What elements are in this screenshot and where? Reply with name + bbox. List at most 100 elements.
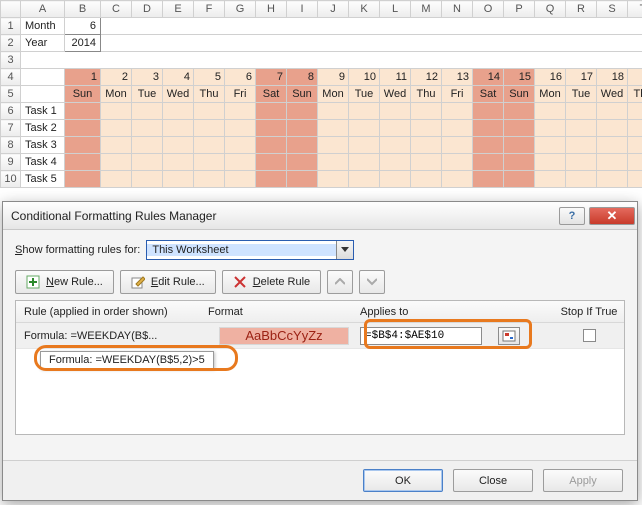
task-cell[interactable] — [349, 171, 380, 188]
task-cell[interactable] — [256, 103, 287, 120]
date-cell[interactable]: 19 — [628, 69, 642, 86]
date-cell[interactable]: 16 — [535, 69, 566, 86]
weekday-cell[interactable]: Mon — [318, 86, 349, 103]
col-K[interactable]: K — [349, 1, 380, 18]
task-cell[interactable] — [101, 120, 132, 137]
task-cell[interactable] — [380, 171, 411, 188]
range-picker-button[interactable] — [498, 327, 520, 345]
task-cell[interactable] — [287, 103, 318, 120]
new-rule-button[interactable]: New Rule... — [15, 270, 114, 294]
dialog-titlebar[interactable]: Conditional Formatting Rules Manager ? ✕ — [3, 202, 637, 230]
weekday-cell[interactable]: Thu — [628, 86, 642, 103]
edit-rule-button[interactable]: Edit Rule... — [120, 270, 216, 294]
cell-task[interactable]: Task 5 — [21, 171, 65, 188]
row-8-head[interactable]: 8 — [1, 137, 21, 154]
weekday-cell[interactable]: Thu — [194, 86, 225, 103]
date-cell[interactable]: 9 — [318, 69, 349, 86]
date-cell[interactable]: 17 — [566, 69, 597, 86]
task-cell[interactable] — [65, 120, 101, 137]
col-H[interactable]: H — [256, 1, 287, 18]
col-J[interactable]: J — [318, 1, 349, 18]
weekday-cell[interactable]: Thu — [411, 86, 442, 103]
stop-if-true-checkbox[interactable] — [583, 329, 596, 342]
task-cell[interactable] — [101, 154, 132, 171]
task-cell[interactable] — [318, 103, 349, 120]
task-cell[interactable] — [132, 154, 163, 171]
date-cell[interactable]: 4 — [163, 69, 194, 86]
task-cell[interactable] — [535, 137, 566, 154]
task-cell[interactable] — [101, 137, 132, 154]
col-G[interactable]: G — [225, 1, 256, 18]
col-N[interactable]: N — [442, 1, 473, 18]
weekday-cell[interactable]: Wed — [380, 86, 411, 103]
date-cell[interactable]: 13 — [442, 69, 473, 86]
row-7-head[interactable]: 7 — [1, 120, 21, 137]
chevron-down-icon[interactable] — [336, 241, 353, 259]
task-cell[interactable] — [628, 137, 642, 154]
cell-task[interactable]: Task 2 — [21, 120, 65, 137]
weekday-cell[interactable]: Sat — [473, 86, 504, 103]
task-cell[interactable] — [380, 154, 411, 171]
task-cell[interactable] — [349, 103, 380, 120]
col-P[interactable]: P — [504, 1, 535, 18]
weekday-cell[interactable]: Wed — [597, 86, 628, 103]
task-cell[interactable] — [628, 171, 642, 188]
task-cell[interactable] — [256, 120, 287, 137]
row-3-head[interactable]: 3 — [1, 52, 21, 69]
col-R[interactable]: R — [566, 1, 597, 18]
weekday-cell[interactable]: Tue — [566, 86, 597, 103]
cell-empty[interactable] — [101, 18, 642, 35]
date-cell[interactable]: 12 — [411, 69, 442, 86]
date-cell[interactable]: 14 — [473, 69, 504, 86]
date-cell[interactable]: 15 — [504, 69, 535, 86]
rule-row[interactable]: Formula: =WEEKDAY(B$... AaBbCcYyZz — [16, 323, 624, 349]
row-9-head[interactable]: 9 — [1, 154, 21, 171]
col-T[interactable]: T — [628, 1, 642, 18]
col-C[interactable]: C — [101, 1, 132, 18]
task-cell[interactable] — [287, 120, 318, 137]
weekday-cell[interactable]: Sat — [256, 86, 287, 103]
task-cell[interactable] — [380, 103, 411, 120]
task-cell[interactable] — [287, 171, 318, 188]
cell-task[interactable]: Task 4 — [21, 154, 65, 171]
task-cell[interactable] — [442, 103, 473, 120]
date-cell[interactable]: 2 — [101, 69, 132, 86]
task-cell[interactable] — [163, 154, 194, 171]
task-cell[interactable] — [65, 171, 101, 188]
cell-A2[interactable]: Year — [21, 35, 65, 52]
task-cell[interactable] — [163, 171, 194, 188]
task-cell[interactable] — [473, 171, 504, 188]
cell-B2[interactable]: 2014 — [65, 35, 101, 52]
cell-empty[interactable] — [101, 35, 642, 52]
row-2-head[interactable]: 2 — [1, 35, 21, 52]
task-cell[interactable] — [318, 120, 349, 137]
date-cell[interactable]: 8 — [287, 69, 318, 86]
task-cell[interactable] — [504, 171, 535, 188]
close-button[interactable]: Close — [453, 469, 533, 492]
task-cell[interactable] — [256, 154, 287, 171]
weekday-cell[interactable]: Tue — [132, 86, 163, 103]
apply-button[interactable]: Apply — [543, 469, 623, 492]
close-window-button[interactable]: ✕ — [589, 207, 635, 225]
task-cell[interactable] — [101, 171, 132, 188]
col-Q[interactable]: Q — [535, 1, 566, 18]
task-cell[interactable] — [194, 120, 225, 137]
task-cell[interactable] — [318, 171, 349, 188]
task-cell[interactable] — [349, 137, 380, 154]
row-1-head[interactable]: 1 — [1, 18, 21, 35]
task-cell[interactable] — [597, 103, 628, 120]
task-cell[interactable] — [194, 137, 225, 154]
date-cell[interactable]: 18 — [597, 69, 628, 86]
task-cell[interactable] — [566, 120, 597, 137]
col-S[interactable]: S — [597, 1, 628, 18]
task-cell[interactable] — [65, 103, 101, 120]
col-L[interactable]: L — [380, 1, 411, 18]
task-cell[interactable] — [349, 154, 380, 171]
task-cell[interactable] — [504, 137, 535, 154]
task-cell[interactable] — [442, 120, 473, 137]
task-cell[interactable] — [566, 103, 597, 120]
col-M[interactable]: M — [411, 1, 442, 18]
date-cell[interactable]: 3 — [132, 69, 163, 86]
task-cell[interactable] — [504, 154, 535, 171]
task-cell[interactable] — [535, 120, 566, 137]
